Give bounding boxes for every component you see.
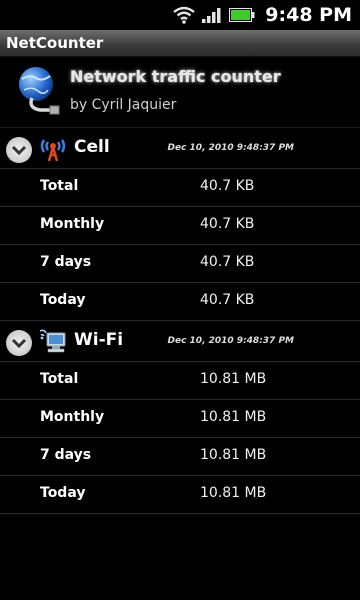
table-row: 7 days 40.7 KB bbox=[0, 245, 360, 283]
table-row: Today 10.81 MB bbox=[0, 476, 360, 514]
row-label: Monthly bbox=[40, 216, 105, 232]
network-globe-icon bbox=[19, 67, 60, 115]
antenna-icon bbox=[40, 139, 66, 162]
row-label: Today bbox=[40, 292, 86, 308]
row-label: Total bbox=[40, 371, 79, 387]
row-value: 40.7 KB bbox=[200, 254, 255, 270]
section-header-wifi[interactable]: Wi-Fi Dec 10, 2010 9:48:37 PM bbox=[0, 321, 360, 362]
status-bar: 9:48 PM bbox=[0, 0, 360, 30]
row-value: 40.7 KB bbox=[200, 178, 255, 194]
app-title: Network traffic counter bbox=[70, 67, 281, 86]
wifi-icon bbox=[173, 6, 196, 24]
table-row: Total 10.81 MB bbox=[0, 362, 360, 400]
cell-section: Cell Dec 10, 2010 9:48:37 PM Total 40.7 … bbox=[0, 128, 360, 321]
section-title: Wi-Fi bbox=[74, 330, 124, 350]
app-bar-title: NetCounter bbox=[6, 34, 104, 52]
row-value: 10.81 MB bbox=[200, 447, 267, 463]
row-label: Monthly bbox=[40, 409, 105, 425]
row-value: 10.81 MB bbox=[200, 409, 267, 425]
row-value: 40.7 KB bbox=[200, 292, 255, 308]
table-row: Today 40.7 KB bbox=[0, 283, 360, 321]
row-value: 10.81 MB bbox=[200, 485, 267, 501]
section-header-cell[interactable]: Cell Dec 10, 2010 9:48:37 PM bbox=[0, 128, 360, 169]
app-author: by Cyril Jaquier bbox=[70, 97, 177, 113]
section-date: Dec 10, 2010 9:48:37 PM bbox=[167, 143, 295, 153]
wifi-section: Wi-Fi Dec 10, 2010 9:48:37 PM Total 10.8… bbox=[0, 321, 360, 514]
table-row: 7 days 10.81 MB bbox=[0, 438, 360, 476]
chevron-down-icon[interactable] bbox=[6, 137, 32, 163]
clock: 9:48 PM bbox=[265, 4, 352, 26]
battery-icon bbox=[229, 8, 255, 22]
table-row: Monthly 10.81 MB bbox=[0, 400, 360, 438]
signal-icon bbox=[202, 8, 221, 23]
chevron-down-icon[interactable] bbox=[6, 330, 32, 356]
row-label: 7 days bbox=[40, 254, 92, 270]
app-title-bar: NetCounter bbox=[0, 30, 360, 57]
row-label: Total bbox=[40, 178, 79, 194]
row-label: Today bbox=[40, 485, 86, 501]
wifi-computer-icon bbox=[39, 329, 66, 353]
table-row: Total 40.7 KB bbox=[0, 169, 360, 207]
section-date: Dec 10, 2010 9:48:37 PM bbox=[167, 336, 295, 346]
row-label: 7 days bbox=[40, 447, 92, 463]
section-title: Cell bbox=[74, 137, 110, 157]
row-value: 40.7 KB bbox=[200, 216, 255, 232]
app-header: Network traffic counter by Cyril Jaquier bbox=[0, 57, 360, 128]
row-value: 10.81 MB bbox=[200, 371, 267, 387]
table-row: Monthly 40.7 KB bbox=[0, 207, 360, 245]
